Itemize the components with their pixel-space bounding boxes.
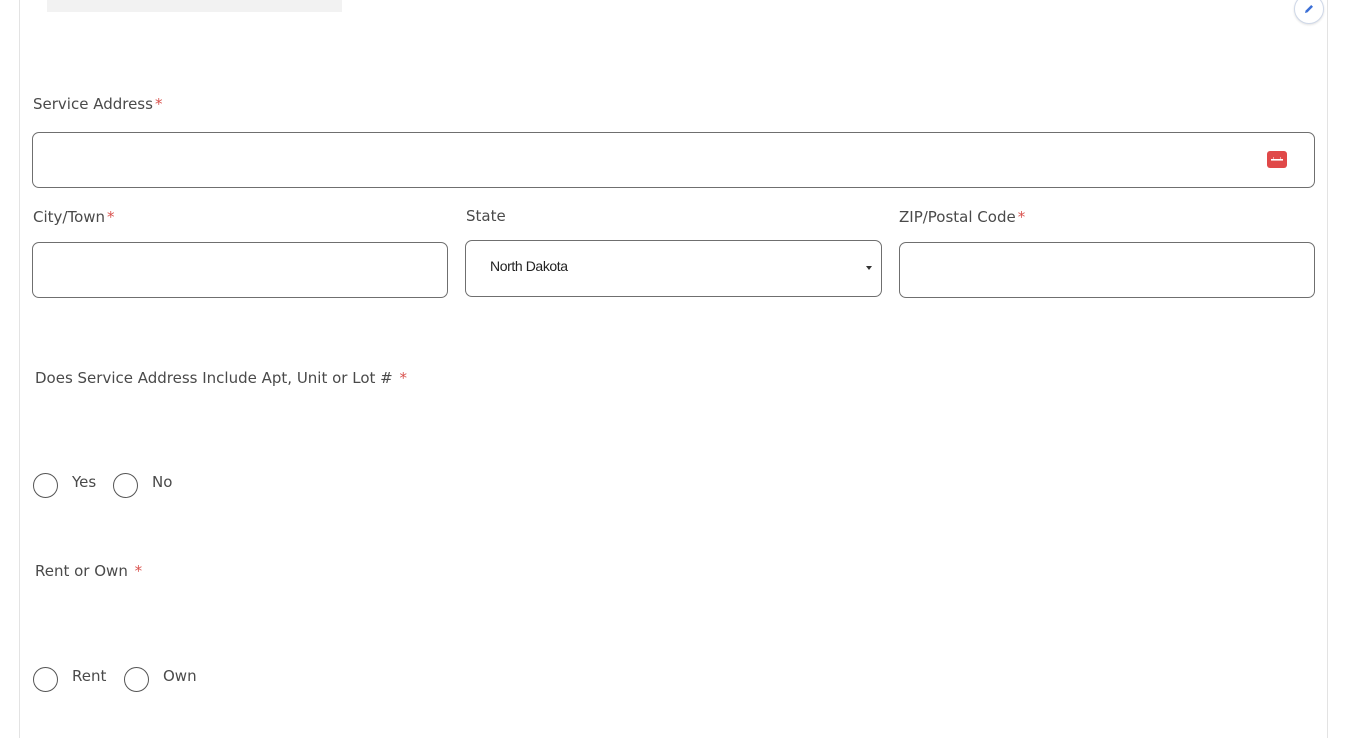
zip-label-text: ZIP/Postal Code (899, 208, 1016, 226)
rent-radio[interactable] (33, 667, 58, 692)
required-marker: * (154, 95, 163, 113)
required-marker: * (134, 562, 143, 580)
dropdown-caret-icon (866, 266, 872, 270)
state-select[interactable]: North Dakota (465, 240, 882, 297)
address-card-icon[interactable] (1267, 151, 1287, 168)
city-label-text: City/Town (33, 208, 106, 226)
rent-own-label: Rent or Own * (35, 562, 142, 580)
state-label-text: State (466, 207, 506, 225)
zip-label: ZIP/Postal Code * (899, 208, 1025, 226)
required-marker: * (1017, 208, 1026, 226)
state-selected-value: North Dakota (490, 258, 568, 274)
state-label: State (466, 207, 506, 225)
zip-input[interactable] (899, 242, 1315, 298)
apt-yes-label[interactable]: Yes (72, 473, 96, 491)
own-radio[interactable] (124, 667, 149, 692)
address-card-icon-glyph (1271, 157, 1283, 161)
city-input[interactable] (32, 242, 448, 298)
rent-own-label-text: Rent or Own (35, 562, 128, 580)
apt-no-radio[interactable] (113, 473, 138, 498)
required-marker: * (107, 208, 115, 226)
collapsed-header-bar (47, 0, 342, 12)
own-label[interactable]: Own (163, 667, 197, 685)
required-marker: * (399, 369, 408, 387)
apt-no-label[interactable]: No (152, 473, 172, 491)
service-address-label-text: Service Address (33, 95, 153, 113)
apt-question-label-text: Does Service Address Include Apt, Unit o… (35, 369, 393, 387)
pencil-icon (1305, 5, 1313, 13)
rent-label[interactable]: Rent (72, 667, 106, 685)
service-address-input[interactable] (32, 132, 1315, 188)
city-label: City/Town * (33, 208, 115, 226)
apt-question-label: Does Service Address Include Apt, Unit o… (35, 369, 407, 387)
service-address-label: Service Address * (33, 95, 162, 113)
apt-yes-radio[interactable] (33, 473, 58, 498)
